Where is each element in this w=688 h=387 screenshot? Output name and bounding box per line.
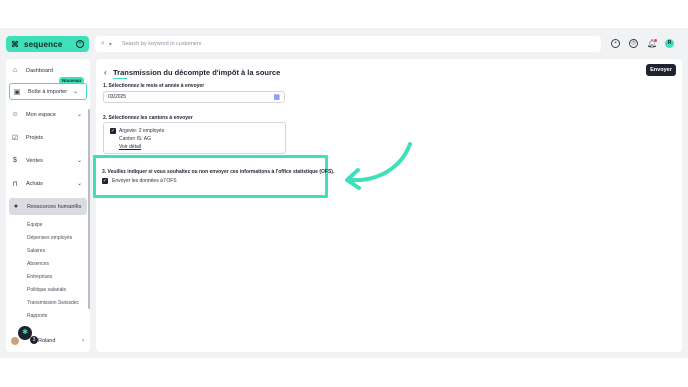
canton-list: ✓ Argovie: 2 employés Canton IS: AG Voir…	[103, 122, 286, 154]
clock-icon[interactable]: ◷	[629, 39, 638, 48]
sidebar-subitem-equipe[interactable]: Équipe	[27, 222, 43, 228]
sequence-logo[interactable]: ⌘ sequence +	[6, 36, 89, 52]
chevron-down-icon: ⌄	[76, 158, 82, 164]
avatar	[11, 337, 19, 345]
sidebar-item-boite-a-importer[interactable]: ▣ Boîte à importer ⌄	[9, 83, 87, 100]
home-icon: ⌂	[12, 67, 18, 74]
title-underline	[113, 78, 127, 79]
page-title: Transmission du décompte d'impôt à la so…	[113, 68, 281, 77]
add-icon[interactable]: +	[76, 40, 84, 48]
chevron-right-icon: ›	[82, 338, 84, 344]
canton-name: Argovie: 2 employés	[119, 128, 165, 134]
user-avatar-icon[interactable]: R	[665, 39, 674, 48]
pointer-arrow-icon	[345, 142, 412, 190]
month-year-input[interactable]	[108, 94, 274, 100]
month-year-field[interactable]: ▦	[103, 91, 285, 103]
shopping-bag-icon: ⊓	[12, 180, 18, 188]
sidebar-subitem-absences[interactable]: Absences	[27, 261, 49, 267]
ofs-checkbox-label: Envoyer les données à l'OFS	[112, 178, 177, 184]
person-icon: ☺	[11, 111, 19, 118]
search-icon: ⌕	[101, 40, 105, 47]
canton-checkbox[interactable]: ✓	[110, 128, 116, 134]
highlight-box	[93, 155, 328, 198]
top-icons: + ◷ 🔔︎ R	[611, 39, 674, 48]
sidebar-item-label: Ventes	[26, 157, 43, 164]
section-month-label: 1. Sélectionnez le mois et année à envoy…	[103, 83, 205, 89]
send-button[interactable]: Envoyer	[646, 64, 676, 76]
new-badge: Nouveau	[59, 77, 85, 84]
sidebar-item-label: Projets	[26, 134, 44, 141]
inbox-icon: ▣	[13, 88, 21, 96]
canton-code: Canton IS: AG	[119, 136, 151, 142]
sidebar-item-label: Achats	[26, 180, 43, 187]
money-bag-icon: $	[13, 157, 17, 164]
sidebar-item-label: Dashboard	[26, 67, 53, 74]
chevron-down-icon: ⌄	[72, 89, 78, 95]
logo-mark-icon: ⌘	[11, 39, 19, 49]
people-icon: ●	[13, 203, 19, 210]
calendar-icon[interactable]: ▦	[273, 93, 280, 101]
brand-name: sequence	[24, 39, 63, 49]
sidebar-item-projets[interactable]: ☑ Projets	[6, 129, 90, 146]
sidebar-subitem-salaires[interactable]: Salaires	[27, 248, 45, 254]
sidebar-subitem-rapports[interactable]: Rapports	[27, 313, 47, 319]
chevron-down-icon[interactable]: ▾	[109, 41, 112, 48]
voir-detail-link[interactable]: Voir détail	[119, 144, 141, 150]
chevron-up-icon: ⌃	[73, 204, 79, 210]
ofs-question: 3. Veuillez indiquer si vous souhaitez o…	[102, 169, 335, 175]
chevron-down-icon: ⌄	[76, 181, 82, 187]
back-arrow-icon[interactable]: ‹	[104, 68, 107, 77]
section-cantons-label: 2. Sélectionnez les cantons à envoyer	[103, 115, 193, 121]
sidebar-item-mon-espace[interactable]: ☺ Mon espace ⌄	[6, 106, 90, 123]
sidebar-scrollbar[interactable]	[88, 109, 90, 309]
chevron-down-icon: ⌄	[76, 112, 82, 118]
sidebar-item-label: Mon espace	[26, 111, 56, 118]
sidebar-subitem-entreprises[interactable]: Entreprises	[27, 274, 52, 280]
bell-icon[interactable]: 🔔︎	[647, 39, 657, 48]
search-bar[interactable]: ⌕ ▾	[95, 36, 601, 52]
sidebar: ⌂ Dashboard ▣ Boîte à importer ⌄ Nouveau…	[6, 59, 90, 352]
main-panel: ‹ Transmission du décompte d'impôt à la …	[96, 59, 682, 352]
sidebar-subitem-transmission-swissdec[interactable]: Transmission Swissdec	[27, 300, 79, 306]
sidebar-subitem-politique-salariale[interactable]: Politique salariale	[27, 287, 66, 293]
ofs-checkbox[interactable]: ✓	[102, 178, 108, 184]
sidebar-item-ventes[interactable]: $ Ventes ⌄	[6, 152, 90, 169]
plus-circle-icon[interactable]: +	[611, 39, 620, 48]
sidebar-item-achats[interactable]: ⊓ Achats ⌄	[6, 175, 90, 192]
user-name: Roland	[38, 338, 56, 344]
check-square-icon: ☑	[11, 134, 19, 142]
search-input[interactable]	[121, 41, 595, 47]
sidebar-item-label: Boîte à importer	[28, 88, 68, 95]
fab-count-badge: 3	[30, 336, 38, 344]
sidebar-subitem-depenses-employes[interactable]: Dépenses employés	[27, 235, 72, 241]
sidebar-item-ressources-humaines[interactable]: ● Ressources humaines ⌃	[9, 198, 87, 215]
